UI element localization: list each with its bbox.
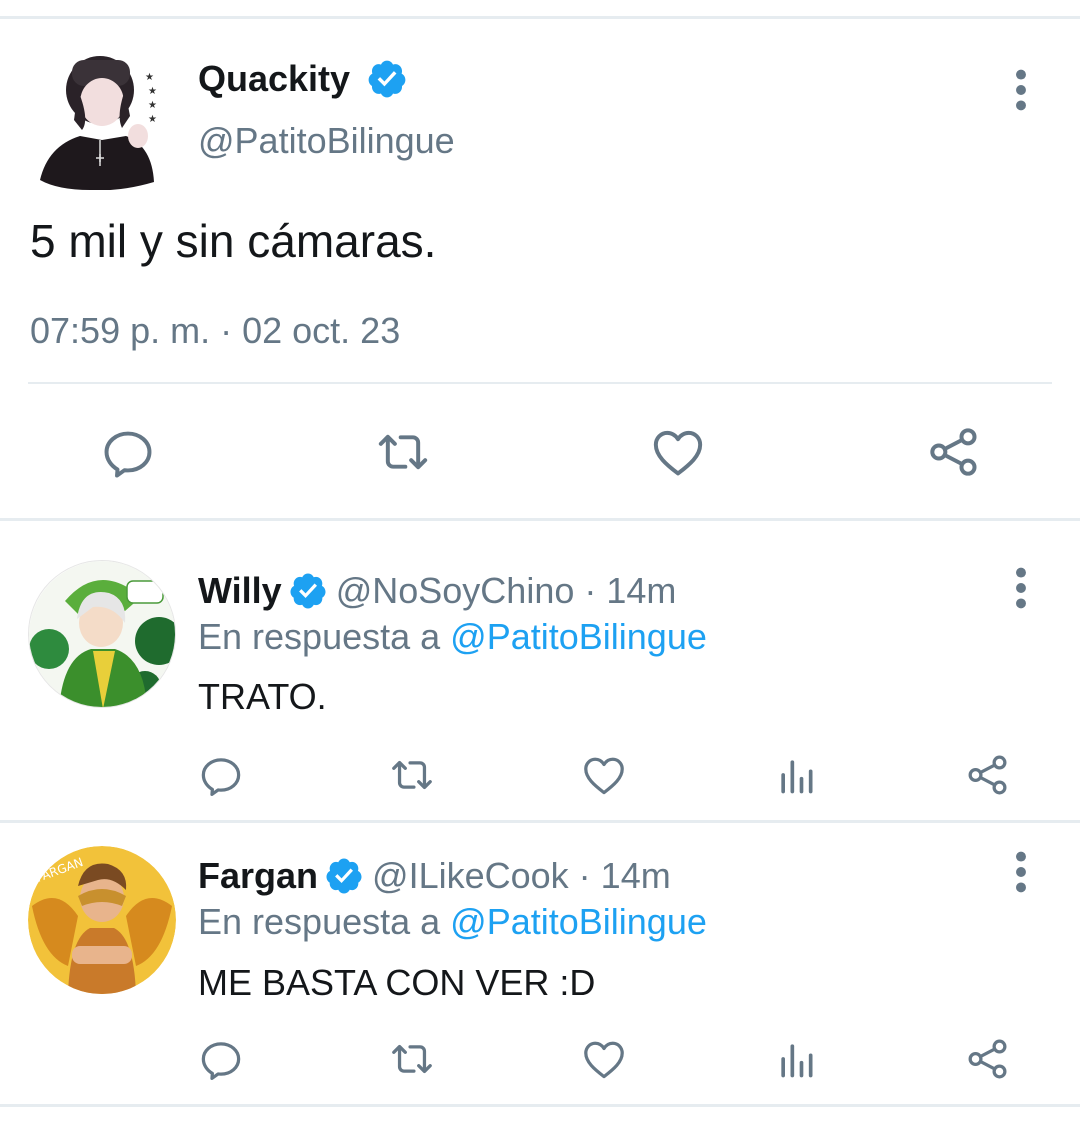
reply-context: En respuesta a @PatitoBilingue (198, 901, 707, 943)
verified-badge-icon (324, 856, 364, 896)
svg-text:★: ★ (148, 100, 157, 111)
analytics-button[interactable] (774, 752, 818, 798)
author-handle[interactable]: @PatitoBilingue (198, 120, 455, 162)
retweet-button[interactable] (386, 1036, 438, 1082)
actions-divider (28, 382, 1052, 384)
reply-context: En respuesta a @PatitoBilingue (198, 616, 707, 658)
reply-text: ME BASTA CON VER :D (198, 962, 596, 1003)
more-options-icon[interactable] (1008, 850, 1034, 894)
like-icon (580, 752, 628, 798)
like-icon (650, 424, 706, 480)
svg-text:★: ★ (145, 72, 154, 83)
share-button[interactable] (964, 1036, 1012, 1082)
more-options-icon[interactable] (1008, 566, 1034, 610)
analytics-icon (774, 1036, 818, 1082)
like-button[interactable] (650, 424, 706, 480)
like-button[interactable] (580, 1036, 628, 1082)
retweet-icon (372, 424, 434, 480)
tweet-text: 5 mil y sin cámaras. (30, 215, 437, 267)
reply-author-name[interactable]: Fargan (198, 855, 318, 897)
reply-icon (198, 1036, 244, 1082)
share-button[interactable] (926, 424, 982, 480)
share-icon (964, 1036, 1012, 1082)
reply-time: 14m (600, 855, 671, 896)
reply-button[interactable] (100, 424, 156, 480)
reply-avatar[interactable] (28, 560, 176, 708)
separator: · (578, 855, 591, 896)
share-icon (926, 424, 982, 480)
avatar[interactable]: ★ ★ ★ ★ (30, 50, 160, 191)
svg-text:★: ★ (148, 114, 157, 125)
tweet-timestamp: 07:59 p. m. · 02 oct. 23 (30, 310, 401, 351)
main-tweet-divider (0, 518, 1080, 521)
analytics-icon (774, 752, 818, 798)
reply-button[interactable] (198, 1036, 244, 1082)
share-icon (964, 752, 1012, 798)
reply-icon (100, 424, 156, 480)
reply-prefix: En respuesta a (198, 616, 441, 657)
verified-badge-icon (288, 571, 328, 611)
verified-badge-icon (366, 58, 408, 100)
retweet-button[interactable] (386, 752, 438, 798)
reply-divider (0, 820, 1080, 823)
retweet-button[interactable] (372, 424, 434, 480)
reply-author-name[interactable]: Willy (198, 570, 282, 612)
reply-prefix: En respuesta a (198, 901, 441, 942)
like-button[interactable] (580, 752, 628, 798)
reply-time: 14m (606, 570, 677, 611)
reply-text: TRATO. (198, 676, 327, 717)
svg-text:★: ★ (148, 86, 157, 97)
share-button[interactable] (964, 752, 1012, 798)
reply-author-handle[interactable]: @ILikeCook (372, 855, 569, 897)
reply-avatar[interactable]: FARGAN (28, 846, 176, 994)
more-options-icon[interactable] (1008, 68, 1034, 112)
reply-author-handle[interactable]: @NoSoyChino (336, 570, 575, 612)
reply-mention-link[interactable]: @PatitoBilingue (450, 616, 707, 657)
reply-mention-link[interactable]: @PatitoBilingue (450, 901, 707, 942)
retweet-icon (386, 752, 438, 798)
like-icon (580, 1036, 628, 1082)
reply-button[interactable] (198, 752, 244, 798)
bottom-divider (0, 1104, 1080, 1107)
top-divider (0, 16, 1080, 19)
analytics-button[interactable] (774, 1036, 818, 1082)
retweet-icon (386, 1036, 438, 1082)
author-name[interactable]: Quackity (198, 58, 350, 100)
reply-icon (198, 752, 244, 798)
separator: · (584, 570, 597, 611)
